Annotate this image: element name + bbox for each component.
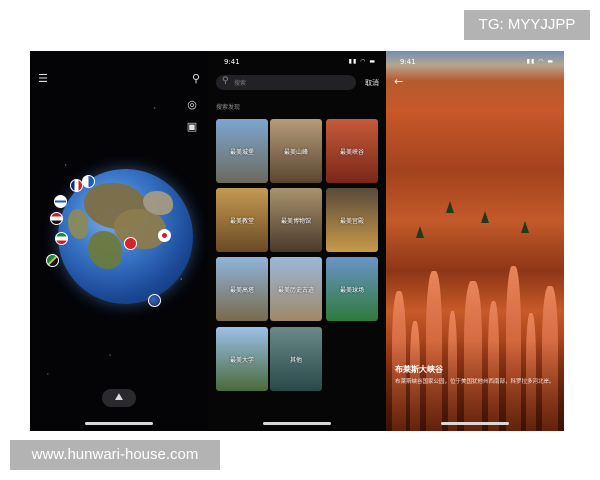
category-tile-label: 最美球场 [339,287,364,294]
search-placeholder: 搜索 [234,80,247,87]
category-tile-label: 最美宫殿 [339,218,364,225]
search-input[interactable]: ⚲ 搜索 [216,75,356,90]
flag-pin-icon[interactable] [55,232,68,245]
globe-screen: ☰ ⚲ ◎ ▣ ⛰ [30,51,208,431]
category-tile[interactable]: 最美山峰 [270,119,322,183]
category-tile[interactable]: 最美历史古迹 [270,257,322,321]
detail-screen: 9:41 ▮▮ ◠ ▬ ← 布莱斯大峡谷 布莱斯峡谷国家公园，位于美国犹他州西南… [386,51,564,431]
status-time: 9:41 [400,58,416,66]
home-indicator [441,422,509,425]
flag-pin-icon[interactable] [124,237,137,250]
flag-pin-icon[interactable] [46,254,59,267]
flag-pin-icon[interactable] [148,294,161,307]
category-tile-label: 最美山峰 [283,149,308,156]
home-indicator [85,422,153,425]
category-tile-label: 最美教堂 [229,218,254,225]
category-tile-label: 最美历史古迹 [277,287,314,294]
cancel-button[interactable]: 取消 [365,78,379,88]
place-title: 布莱斯大峡谷 [395,365,443,374]
category-tile-label: 其他 [289,357,302,364]
category-tile[interactable]: 最美城堡 [216,119,268,183]
category-tile-label: 最美博物馆 [280,218,311,225]
category-tile[interactable]: 最美高塔 [216,257,268,321]
status-time: 9:41 [224,58,240,66]
category-tile[interactable]: 最美博物馆 [270,188,322,252]
category-tile[interactable]: 最美教堂 [216,188,268,252]
status-icons: ▮▮ ◠ ▬ [526,58,554,65]
category-tile[interactable]: 最美大学 [216,327,268,391]
category-tile-label: 最美高塔 [229,287,254,294]
mode-icon: ⛰ [114,392,124,403]
home-indicator [263,422,331,425]
flag-pin-icon[interactable] [50,212,63,225]
menu-icon[interactable]: ☰ [36,73,50,87]
category-tile-label: 最美峡谷 [339,149,364,156]
search-screen: 9:41 ▮▮ ◠ ▬ ⚲ 搜索 取消 搜索发现 最美城堡 最美山峰 最美峡谷最美教… [208,51,386,431]
category-tile-label: 最美城堡 [229,149,254,156]
category-tile[interactable]: 最美峡谷 [326,119,378,183]
flag-pin-icon[interactable] [82,175,95,188]
category-tile[interactable]: 最美球场 [326,257,378,321]
category-tile[interactable]: 其他 [270,327,322,391]
compass-icon[interactable]: ◎ [185,99,199,113]
category-tile-label: 最美大学 [229,357,254,364]
flag-pin-icon[interactable] [158,229,171,242]
category-tile[interactable]: 最美宫殿 [326,188,378,252]
mode-button[interactable]: ⛰ [102,389,136,407]
flag-pin-icon[interactable] [54,195,67,208]
search-icon: ⚲ [222,76,229,86]
back-arrow-icon[interactable]: ← [394,75,403,88]
watermark-bottom: www.hunwari-house.com [10,440,220,470]
status-icons: ▮▮ ◠ ▬ [348,58,376,65]
search-icon[interactable]: ⚲ [189,73,203,87]
watermark-top: TG: MYYJJPP [464,10,590,40]
place-description: 布莱斯峡谷国家公园，位于美国犹他州西南部，科罗拉多河北岸。 [395,379,555,385]
gallery-icon[interactable]: ▣ [185,121,199,135]
section-title: 搜索发现 [216,104,241,111]
